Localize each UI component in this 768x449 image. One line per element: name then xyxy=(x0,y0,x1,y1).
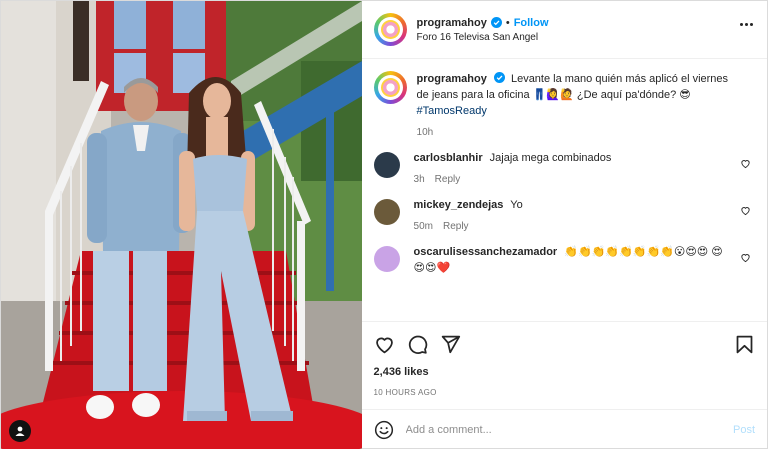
post-details-panel: programahoy • Follow Foro 16 Televisa Sa… xyxy=(361,1,767,449)
post-photo[interactable] xyxy=(1,1,362,449)
comment-time: 3h xyxy=(413,174,425,185)
verified-badge-icon xyxy=(493,72,505,83)
share-send-icon[interactable] xyxy=(440,334,461,355)
comment-item: mickey_zendejas Yo 50m Reply xyxy=(373,197,755,232)
caption-avatar[interactable] xyxy=(373,71,407,104)
caption-question: ¿De aquí pa'dónde? xyxy=(576,89,677,101)
comment-text: Jajaja mega combinados xyxy=(489,152,612,164)
comment-item: carlosblanhir Jajaja mega combinados 3h … xyxy=(373,150,755,185)
tagged-users-button[interactable] xyxy=(9,420,31,442)
comment-avatar[interactable] xyxy=(373,152,400,178)
save-bookmark-icon[interactable] xyxy=(734,334,755,355)
like-comment-heart-icon[interactable] xyxy=(740,158,751,169)
post-username[interactable]: programahoy xyxy=(417,17,487,29)
more-options-icon[interactable] xyxy=(740,23,753,26)
likes-count[interactable]: 2,436 likes xyxy=(374,366,755,378)
caption-emoji-sunglasses: 😎 xyxy=(679,89,691,101)
reply-button[interactable]: Reply xyxy=(443,221,469,232)
like-heart-icon[interactable] xyxy=(374,334,395,355)
post-actions: 2,436 likes 10 HOURS AGO xyxy=(361,321,767,409)
profile-avatar[interactable] xyxy=(373,13,407,46)
comment-username[interactable]: mickey_zendejas xyxy=(414,199,504,211)
post-comment-button[interactable]: Post xyxy=(733,424,755,436)
comment-username[interactable]: carlosblanhir xyxy=(414,152,483,164)
separator-dot: • xyxy=(505,16,510,29)
caption-emoji-jeans-hands: 👖🙋‍♀️🙋 xyxy=(532,89,574,101)
emoji-smiley-icon[interactable] xyxy=(374,420,394,440)
user-icon xyxy=(15,426,25,436)
add-comment-bar: Post xyxy=(361,409,767,449)
post-header: programahoy • Follow Foro 16 Televisa Sa… xyxy=(361,1,767,59)
verified-badge-icon xyxy=(490,17,502,28)
comment-username[interactable]: oscarulisessanchezamador xyxy=(414,246,558,258)
post-caption: programahoy Levante la mano quién más ap… xyxy=(373,71,755,138)
caption-time: 10h xyxy=(416,127,434,138)
post-location[interactable]: Foro 16 Televisa San Angel xyxy=(417,32,549,43)
photo-illustration xyxy=(1,1,362,449)
comment-avatar[interactable] xyxy=(373,199,400,225)
reply-button[interactable]: Reply xyxy=(435,174,461,185)
post-timestamp: 10 HOURS AGO xyxy=(373,388,437,397)
comment-text: Yo xyxy=(510,199,523,211)
comments-list[interactable]: programahoy Levante la mano quién más ap… xyxy=(362,59,767,321)
like-comment-heart-icon[interactable] xyxy=(740,205,751,216)
caption-username[interactable]: programahoy xyxy=(417,73,487,85)
comment-bubble-icon[interactable] xyxy=(407,334,428,355)
follow-button[interactable]: Follow xyxy=(514,17,549,29)
like-comment-heart-icon[interactable] xyxy=(740,252,751,263)
comment-time: 50m xyxy=(413,221,433,232)
comment-avatar[interactable] xyxy=(373,246,400,272)
comment-input[interactable] xyxy=(405,424,733,436)
caption-hashtag[interactable]: #TamosReady xyxy=(417,105,487,117)
instagram-post-modal: programahoy • Follow Foro 16 Televisa Sa… xyxy=(0,0,768,449)
comment-item: oscarulisessanchezamador 👏👏👏👏👏👏👏👏😮😍😍 😍😍😍… xyxy=(373,244,755,276)
